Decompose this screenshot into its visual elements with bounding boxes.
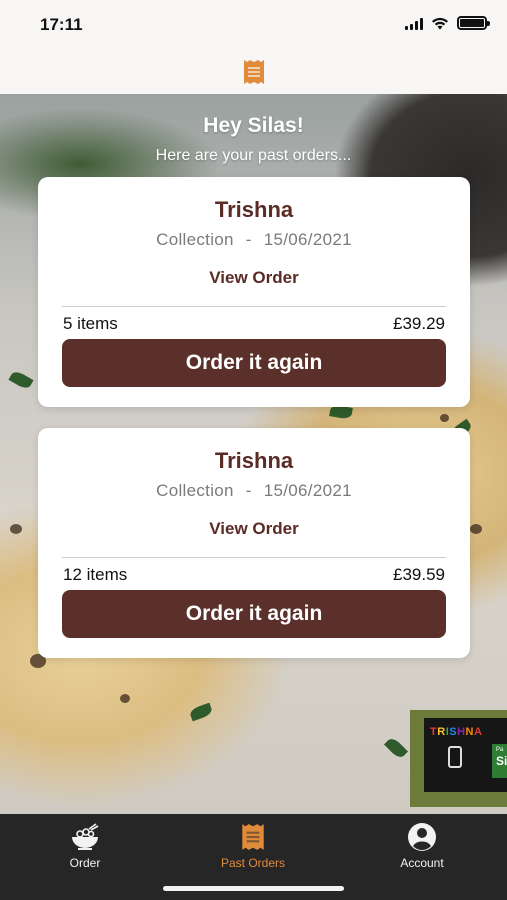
tab-account[interactable]: Account — [362, 822, 482, 870]
tab-order[interactable]: Order — [25, 822, 145, 870]
promo-image: TRISHNA Pa Si — [424, 718, 507, 792]
account-icon — [408, 823, 436, 851]
order-again-button[interactable]: Order it again — [62, 590, 446, 638]
order-type: Collection — [156, 230, 234, 249]
item-count: 12 items — [63, 565, 128, 584]
receipt-icon — [243, 60, 264, 84]
order-date: 15/06/2021 — [263, 230, 352, 249]
order-card: Trishna Collection -15/06/2021 View Order… — [38, 428, 470, 658]
order-again-button[interactable]: Order it again — [62, 339, 446, 387]
order-meta: Collection -15/06/2021 — [38, 230, 470, 250]
battery-icon — [457, 16, 490, 30]
promo-banner[interactable]: TRISHNA Pa Si — [410, 710, 507, 807]
greeting-subtitle: Here are your past orders... — [155, 147, 352, 164]
greeting-title: Hey Silas! — [203, 114, 304, 137]
status-icons — [405, 16, 490, 30]
order-total: £39.59 — [393, 565, 445, 584]
order-meta: Collection -15/06/2021 — [38, 481, 470, 501]
order-total: £39.29 — [393, 314, 445, 333]
order-meta-separator: - — [245, 481, 252, 500]
status-time: 17:11 — [40, 15, 83, 34]
signal-icon — [405, 17, 423, 30]
logo-figure-icon — [448, 746, 462, 768]
promo-tag-small: Pa — [496, 747, 504, 753]
receipt-icon — [242, 824, 264, 850]
order-type: Collection — [156, 481, 234, 500]
view-order-link[interactable]: View Order — [38, 519, 470, 539]
view-order-link[interactable]: View Order — [38, 268, 470, 288]
restaurant-name: Trishna — [214, 197, 294, 222]
wifi-icon — [432, 17, 448, 29]
status-bar: 17:11 — [0, 0, 507, 50]
food-bowl-icon — [72, 823, 99, 850]
top-header — [0, 50, 507, 94]
item-count: 5 items — [63, 314, 118, 333]
tab-label: Account — [400, 856, 444, 870]
order-card: Trishna Collection -15/06/2021 View Order… — [38, 177, 470, 407]
trishna-logo: TRISHNA — [430, 726, 483, 738]
tab-past-orders[interactable]: Past Orders — [193, 822, 313, 870]
card-divider — [62, 306, 446, 307]
order-meta-separator: - — [245, 230, 252, 249]
tab-label: Past Orders — [220, 856, 286, 870]
card-divider — [62, 557, 446, 558]
promo-tag: Pa Si — [492, 744, 507, 778]
restaurant-name: Trishna — [214, 448, 294, 473]
order-date: 15/06/2021 — [263, 481, 352, 500]
promo-tag-text: Si — [496, 754, 507, 768]
home-indicator[interactable] — [163, 886, 344, 891]
tab-label: Order — [69, 856, 101, 870]
